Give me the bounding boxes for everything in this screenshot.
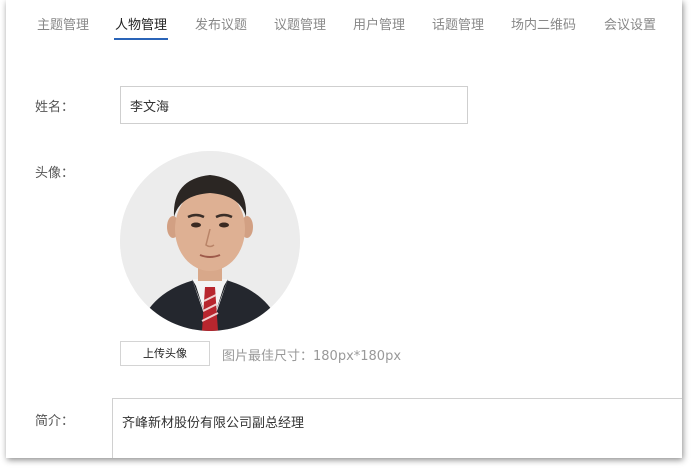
tab-meeting-settings[interactable]: 会议设置 (604, 17, 656, 35)
avatar (120, 151, 300, 331)
tab-topic-management[interactable]: 主题管理 (37, 17, 89, 35)
intro-label: 简介： (35, 414, 75, 429)
avatar-size-hint: 图片最佳尺寸：180px*180px (222, 349, 402, 364)
avatar-photo (120, 151, 300, 331)
upload-avatar-button[interactable]: 上传头像 (120, 341, 210, 366)
name-label: 姓名： (35, 100, 75, 115)
intro-textarea[interactable]: 齐峰新材股份有限公司副总经理 (112, 398, 682, 458)
tab-discussion-management[interactable]: 话题管理 (432, 17, 484, 35)
tab-publish-issue[interactable]: 发布议题 (195, 17, 247, 35)
tab-venue-qrcode[interactable]: 场内二维码 (511, 17, 576, 35)
name-input[interactable] (120, 86, 468, 124)
person-edit-panel: 主题管理 人物管理 发布议题 议题管理 用户管理 话题管理 场内二维码 会议设置… (6, 0, 682, 458)
nav-tabs: 主题管理 人物管理 发布议题 议题管理 用户管理 话题管理 场内二维码 会议设置 (6, 0, 682, 48)
avatar-label: 头像： (35, 166, 75, 181)
tab-issue-management[interactable]: 议题管理 (274, 17, 326, 35)
tab-user-management[interactable]: 用户管理 (353, 17, 405, 35)
tab-person-management[interactable]: 人物管理 (113, 17, 169, 40)
